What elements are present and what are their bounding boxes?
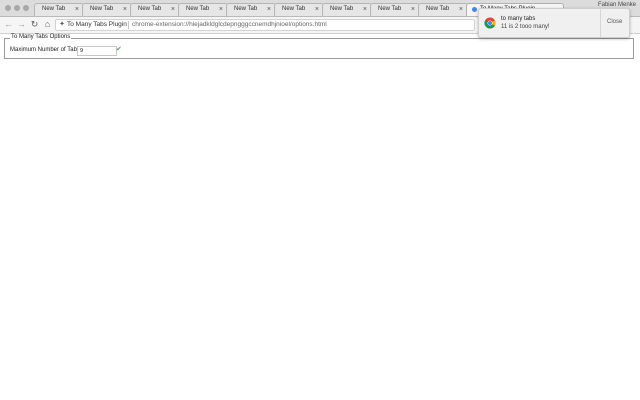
divider	[128, 21, 129, 29]
tab-close-icon[interactable]: ×	[75, 5, 79, 15]
tab-new-tab[interactable]: New Tab ×	[130, 3, 180, 16]
extension-name: To Many Tabs Plugin	[67, 21, 127, 28]
url-text[interactable]: chrome-extension://hlejadkldglcdepngggcc…	[132, 21, 327, 28]
tab-label: New Tab	[42, 6, 65, 12]
tab-label: New Tab	[234, 6, 257, 12]
tab-new-tab[interactable]: New Tab ×	[226, 3, 276, 16]
fieldset-legend: To Many Tabs Options	[10, 34, 71, 40]
tab-close-icon[interactable]: ×	[219, 5, 223, 15]
tab-close-icon[interactable]: ×	[123, 5, 127, 15]
tab-close-icon[interactable]: ×	[459, 5, 463, 15]
tab-label: New Tab	[378, 6, 401, 12]
tab-label: New Tab	[330, 6, 353, 12]
forward-arrow-icon[interactable]: →	[16, 19, 27, 30]
notification-message: 11 is 2 tooo many!	[501, 24, 550, 30]
tab-label: New Tab	[90, 6, 113, 12]
home-icon[interactable]: ⌂	[42, 19, 53, 30]
tab-close-icon[interactable]: ×	[411, 5, 415, 15]
puzzle-icon	[472, 7, 477, 12]
reload-icon[interactable]: ↻	[29, 19, 40, 30]
tab-new-tab[interactable]: New Tab ×	[322, 3, 372, 16]
tab-close-icon[interactable]: ×	[171, 5, 175, 15]
notification-close-button[interactable]: Close	[607, 19, 622, 25]
address-bar[interactable]: ✦ To Many Tabs Plugin chrome-extension:/…	[55, 19, 475, 31]
max-tabs-input[interactable]	[77, 46, 117, 56]
tab-label: New Tab	[138, 6, 161, 12]
tab-new-tab[interactable]: New Tab ×	[82, 3, 132, 16]
tab-label: New Tab	[186, 6, 209, 12]
tab-new-tab[interactable]: New Tab ×	[418, 3, 468, 16]
tab-new-tab[interactable]: New Tab ×	[178, 3, 228, 16]
tab-new-tab[interactable]: New Tab ×	[34, 3, 84, 16]
tab-close-icon[interactable]: ×	[363, 5, 367, 15]
back-arrow-icon[interactable]: ←	[3, 19, 14, 30]
tab-new-tab[interactable]: New Tab ×	[274, 3, 324, 16]
puzzle-icon: ✦	[58, 21, 66, 29]
tab-label: New Tab	[426, 6, 449, 12]
close-window-icon[interactable]	[5, 5, 11, 11]
tab-label: New Tab	[282, 6, 305, 12]
max-tabs-label: Maximum Number of Tabs	[10, 47, 80, 53]
divider	[600, 9, 601, 37]
notification-title: to many tabs	[501, 16, 535, 22]
tab-new-tab[interactable]: New Tab ×	[370, 3, 420, 16]
notification-popup: to many tabs 11 is 2 tooo many! Close	[478, 8, 630, 38]
maximize-window-icon[interactable]	[23, 5, 29, 11]
check-icon: ✔	[116, 45, 122, 53]
browser-window: New Tab × New Tab × New Tab × New Tab × …	[0, 0, 640, 400]
tab-close-icon[interactable]: ×	[315, 5, 319, 15]
minimize-window-icon[interactable]	[14, 5, 20, 11]
options-fieldset: To Many Tabs Options Maximum Number of T…	[4, 38, 634, 59]
tab-close-icon[interactable]: ×	[267, 5, 271, 15]
chrome-logo-icon	[484, 17, 496, 29]
